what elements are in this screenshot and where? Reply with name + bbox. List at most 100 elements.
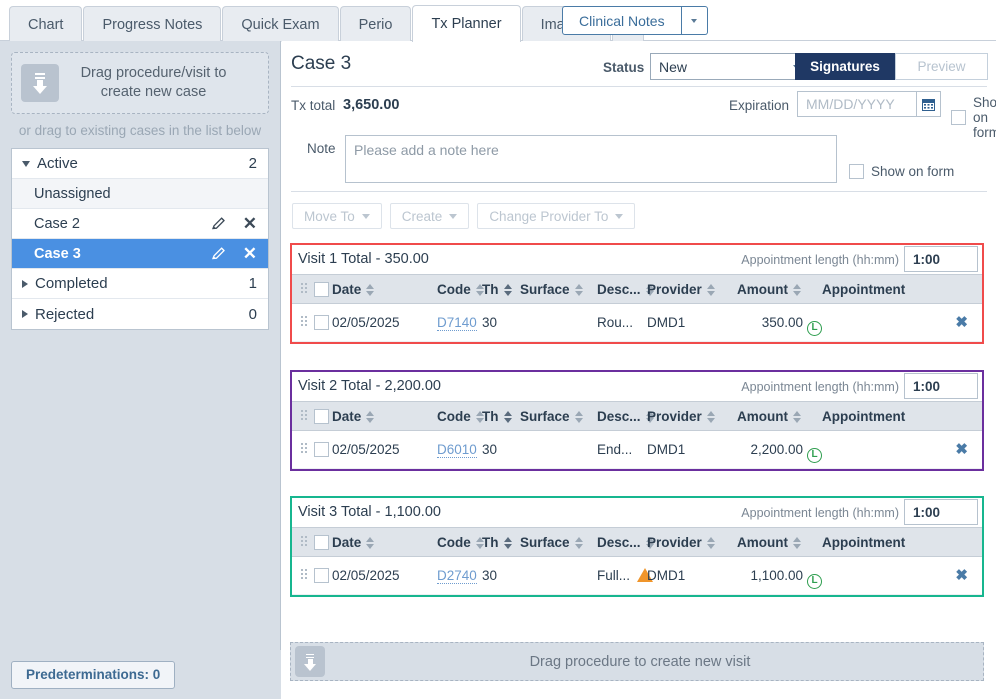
- drag-handle-icon[interactable]: [301, 410, 308, 424]
- column-header-desc[interactable]: Desc...: [597, 535, 654, 550]
- sort-arrows-icon[interactable]: [793, 411, 801, 423]
- case-list-item-unassigned[interactable]: Unassigned: [12, 179, 268, 209]
- column-header-surface[interactable]: Surface: [520, 409, 583, 424]
- new-case-dropzone[interactable]: Drag procedure/visit to create new case: [11, 52, 269, 114]
- change-provider-to-button[interactable]: Change Provider To: [477, 203, 635, 229]
- signatures-button[interactable]: Signatures: [795, 53, 895, 80]
- column-header-code[interactable]: Code: [437, 535, 484, 550]
- delete-row-icon[interactable]: ✖: [955, 442, 968, 457]
- sort-arrows-icon[interactable]: [575, 411, 583, 423]
- procedure-code-link[interactable]: D2740: [437, 568, 477, 584]
- column-header-appointment[interactable]: Appointment: [822, 409, 905, 424]
- drag-handle-icon[interactable]: [301, 283, 308, 297]
- sort-arrows-icon[interactable]: [707, 284, 715, 296]
- edit-pencil-icon[interactable]: [211, 246, 229, 262]
- column-header-appointment[interactable]: Appointment: [822, 282, 905, 297]
- move-to-button[interactable]: Move To: [292, 203, 382, 229]
- select-all-checkbox[interactable]: [314, 282, 329, 297]
- appointment-length-input[interactable]: 1:00: [904, 246, 978, 272]
- procedure-code-link[interactable]: D7140: [437, 315, 477, 331]
- expiration-input[interactable]: MM/DD/YYYY: [797, 91, 917, 117]
- tab-progress-notes[interactable]: Progress Notes: [83, 6, 221, 42]
- expiration-show-on-form-checkbox[interactable]: [951, 110, 966, 125]
- delete-row-icon[interactable]: ✖: [955, 315, 968, 330]
- appointment-length-label: Appointment length (hh:mm): [741, 380, 899, 394]
- sort-arrows-icon[interactable]: [793, 284, 801, 296]
- clinical-notes-button[interactable]: Clinical Notes: [562, 6, 682, 35]
- column-header-date[interactable]: Date: [332, 535, 374, 550]
- visit-total-title: Visit 3 Total - 1,100.00: [298, 504, 441, 520]
- column-header-date[interactable]: Date: [332, 282, 374, 297]
- sort-arrows-icon[interactable]: [793, 537, 801, 549]
- new-visit-dropzone[interactable]: Drag procedure to create new visit: [290, 642, 984, 681]
- predeterminations-button[interactable]: Predeterminations: 0: [11, 661, 175, 689]
- tab-quick-exam[interactable]: Quick Exam: [222, 6, 338, 42]
- sort-arrows-icon[interactable]: [366, 411, 374, 423]
- expiration-show-on-form[interactable]: Show on form: [951, 95, 996, 140]
- case-list-item-case-3[interactable]: Case 3✕: [12, 239, 268, 269]
- sort-arrows-icon[interactable]: [504, 411, 512, 423]
- case-list-item-active[interactable]: Active2: [12, 149, 268, 179]
- drag-download-icon: [295, 646, 325, 677]
- appointment-length-input[interactable]: 1:00: [904, 499, 978, 525]
- row-select-checkbox[interactable]: [314, 568, 329, 583]
- close-icon[interactable]: ✕: [243, 215, 257, 232]
- edit-pencil-icon[interactable]: [211, 216, 229, 232]
- drag-handle-icon[interactable]: [301, 316, 308, 330]
- case-list-item-completed[interactable]: Completed1: [12, 269, 268, 299]
- column-header-code[interactable]: Code: [437, 282, 484, 297]
- close-icon[interactable]: ✕: [243, 245, 257, 262]
- column-header-amount[interactable]: Amount: [737, 535, 801, 550]
- sort-arrows-icon[interactable]: [575, 537, 583, 549]
- column-header-surface[interactable]: Surface: [520, 535, 583, 550]
- column-header-th[interactable]: Th: [482, 535, 512, 550]
- delete-row-icon[interactable]: ✖: [955, 568, 968, 583]
- sort-arrows-icon[interactable]: [504, 284, 512, 296]
- row-select-checkbox[interactable]: [314, 442, 329, 457]
- table-row[interactable]: 02/05/2025D714030Rou...DMD1350.00L✖: [292, 304, 982, 342]
- column-header-provider[interactable]: Provider: [647, 282, 715, 297]
- column-header-desc[interactable]: Desc...: [597, 282, 654, 297]
- table-row[interactable]: 02/05/2025D601030End...DMD12,200.00L✖: [292, 431, 982, 469]
- status-select[interactable]: New: [650, 53, 810, 80]
- appointment-length-input[interactable]: 1:00: [904, 373, 978, 399]
- column-header-desc[interactable]: Desc...: [597, 409, 654, 424]
- column-header-surface[interactable]: Surface: [520, 282, 583, 297]
- column-header-th[interactable]: Th: [482, 282, 512, 297]
- clinical-notes-dropdown-button[interactable]: [682, 6, 708, 35]
- sort-arrows-icon[interactable]: [575, 284, 583, 296]
- drag-handle-icon[interactable]: [301, 569, 308, 583]
- column-header-provider[interactable]: Provider: [647, 409, 715, 424]
- column-header-provider[interactable]: Provider: [647, 535, 715, 550]
- tab-tx-planner[interactable]: Tx Planner: [412, 5, 520, 42]
- calendar-icon[interactable]: [917, 91, 941, 117]
- select-all-checkbox[interactable]: [314, 535, 329, 550]
- drag-handle-icon[interactable]: [301, 536, 308, 550]
- create-button[interactable]: Create: [390, 203, 470, 229]
- sort-arrows-icon[interactable]: [366, 284, 374, 296]
- sort-arrows-icon[interactable]: [504, 537, 512, 549]
- column-header-code[interactable]: Code: [437, 409, 484, 424]
- sort-arrows-icon[interactable]: [366, 537, 374, 549]
- procedure-code-link[interactable]: D6010: [437, 442, 477, 458]
- drag-handle-icon[interactable]: [301, 443, 308, 457]
- column-header-amount[interactable]: Amount: [737, 282, 801, 297]
- preview-button[interactable]: Preview: [895, 53, 988, 80]
- column-header-label: Appointment: [822, 282, 905, 297]
- sort-arrows-icon[interactable]: [707, 537, 715, 549]
- case-list-item-case-2[interactable]: Case 2✕: [12, 209, 268, 239]
- tab-perio[interactable]: Perio: [340, 6, 412, 42]
- note-show-on-form-checkbox[interactable]: [849, 164, 864, 179]
- note-show-on-form[interactable]: Show on form: [849, 164, 954, 179]
- column-header-appointment[interactable]: Appointment: [822, 535, 905, 550]
- case-list-item-rejected[interactable]: Rejected0: [12, 299, 268, 329]
- tab-chart[interactable]: Chart: [9, 6, 82, 42]
- select-all-checkbox[interactable]: [314, 409, 329, 424]
- note-input[interactable]: Please add a note here: [345, 135, 837, 183]
- column-header-date[interactable]: Date: [332, 409, 374, 424]
- table-row[interactable]: 02/05/2025D274030Full...DMD11,100.00L✖: [292, 557, 982, 595]
- sort-arrows-icon[interactable]: [707, 411, 715, 423]
- row-select-checkbox[interactable]: [314, 315, 329, 330]
- column-header-th[interactable]: Th: [482, 409, 512, 424]
- column-header-amount[interactable]: Amount: [737, 409, 801, 424]
